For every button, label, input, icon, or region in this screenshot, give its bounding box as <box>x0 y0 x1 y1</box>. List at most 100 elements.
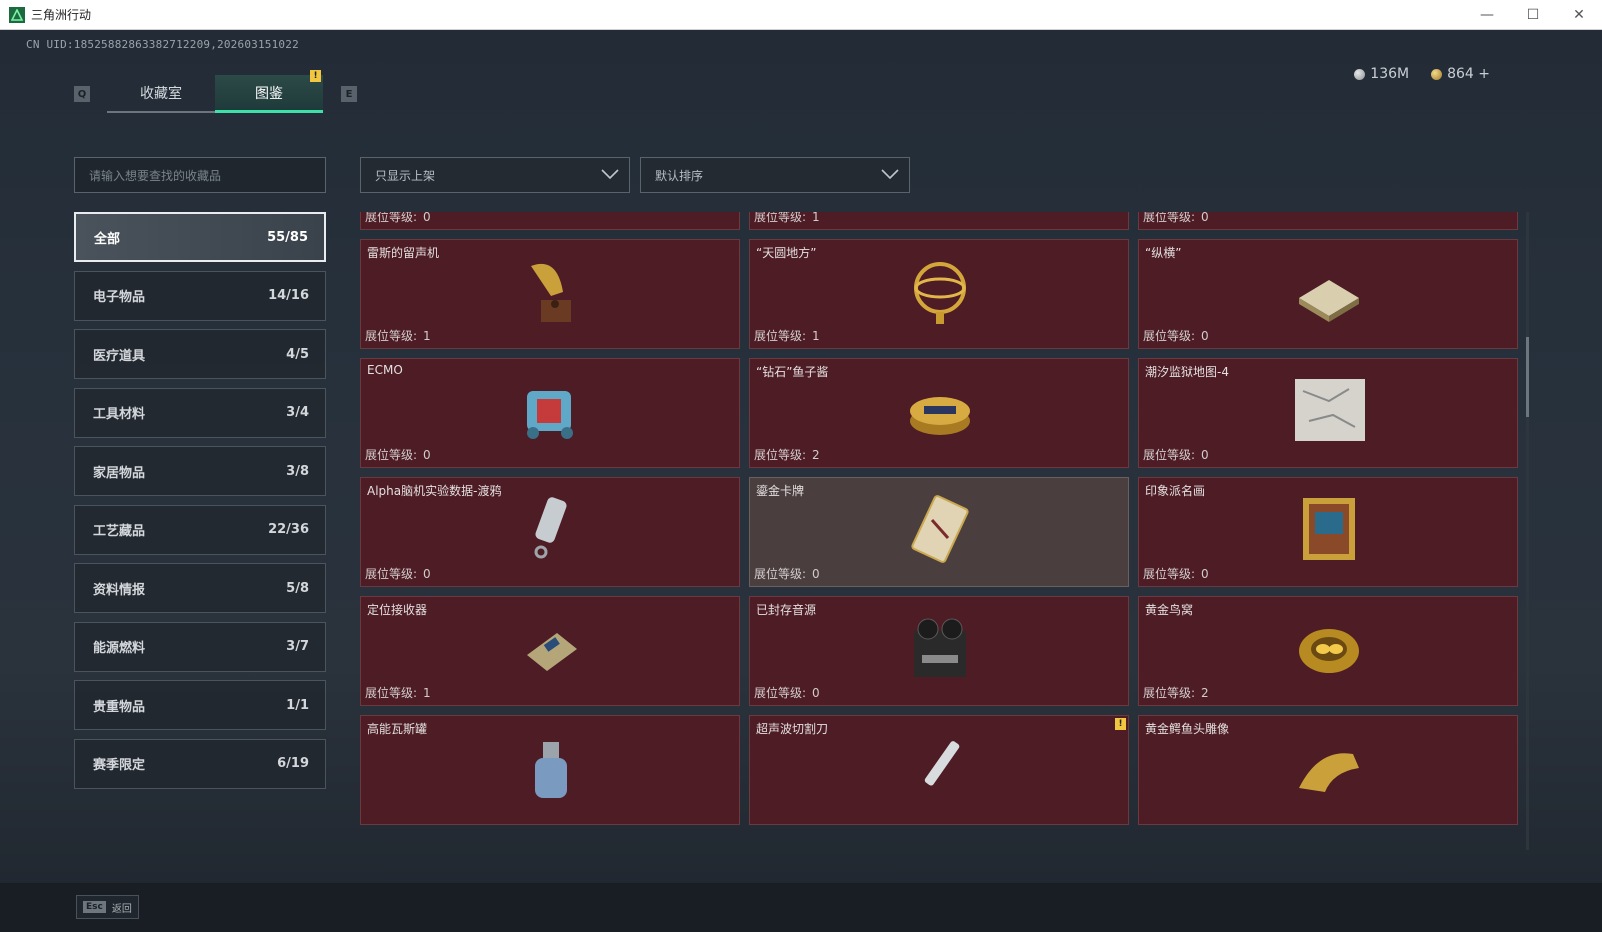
category-label: 医疗道具 <box>93 348 146 364</box>
level-value: 2 <box>1201 686 1209 700</box>
category-item[interactable]: 能源燃料 3/7 <box>74 621 326 672</box>
category-count: 3/4 <box>286 405 309 420</box>
category-label: 贵重物品 <box>93 699 146 715</box>
caviar-tin-icon <box>910 397 970 435</box>
close-button[interactable]: ✕ <box>1556 0 1602 30</box>
back-button[interactable]: Esc 返回 <box>76 895 139 919</box>
item-level: 展位等级: 0 <box>365 446 431 463</box>
tab-collection-room[interactable]: 收藏室 <box>107 75 215 113</box>
category-count: 5/8 <box>286 580 309 596</box>
search-input[interactable]: 请输入想要查找的收藏品 <box>74 157 326 193</box>
collection-card[interactable]: 超声波切割刀! <box>749 715 1129 825</box>
category-item[interactable]: 家居物品 3/8 <box>74 446 326 496</box>
collection-card[interactable]: Alpha脑机实验数据-渡鸦 展位等级: 0 <box>360 477 740 587</box>
chess-board-icon <box>1299 280 1359 322</box>
gold-currency[interactable]: 864 + <box>1431 66 1490 82</box>
collection-card[interactable]: 鎏金卡牌 展位等级: 0 <box>749 477 1129 587</box>
level-value: 0 <box>812 686 820 700</box>
level-value: 1 <box>423 329 431 343</box>
category-item[interactable]: 资料情报 5/8 <box>74 563 326 613</box>
item-grid-viewport: 展位等级: 0 展位等级: 1 展位等级: 0 雷斯的留声机 展位等级: 1 “天圆地方” 展位等级… <box>360 212 1520 850</box>
back-label: 返回 <box>111 903 132 915</box>
collection-card[interactable]: 印象派名画 展位等级: 0 <box>1138 477 1518 587</box>
category-label: 能源燃料 <box>93 641 146 656</box>
level-label: 展位等级: <box>365 212 418 224</box>
scroll-thumb[interactable] <box>1526 337 1529 417</box>
next-tab-key[interactable]: E <box>341 86 357 102</box>
level-value: 1 <box>812 329 820 343</box>
shelf-filter-dropdown[interactable]: 只显示上架 <box>360 157 630 193</box>
category-label: 工具材料 <box>93 407 146 422</box>
tab-catalog[interactable]: 图鉴 ! <box>215 70 323 113</box>
category-count: 3/7 <box>286 639 309 654</box>
collection-card[interactable]: 展位等级: 0 <box>360 212 740 230</box>
map-icon <box>1295 379 1365 441</box>
item-name: 高能瓦斯罐 <box>367 722 428 736</box>
window-title: 三角洲行动 <box>31 8 92 22</box>
item-name: “天圆地方” <box>756 246 817 260</box>
gas-canister-icon <box>535 742 567 798</box>
category-list: 全部 55/85 电子物品 14/16 医疗道具 4/5 工具材料 3/4 家居物品 3/8 工艺藏… <box>74 212 326 797</box>
collection-card[interactable]: 黄金鸟窝 展位等级: 2 <box>1138 596 1518 706</box>
category-item[interactable]: 全部 55/85 <box>74 212 326 262</box>
category-label: 电子物品 <box>93 290 146 305</box>
level-value: 2 <box>812 448 820 462</box>
prev-tab-key[interactable]: Q <box>74 86 90 102</box>
collection-card[interactable]: 黄金鳄鱼头雕像 <box>1138 715 1518 825</box>
category-item[interactable]: 工具材料 3/4 <box>74 387 326 438</box>
item-name: ECMO <box>367 363 403 377</box>
level-value: 0 <box>423 212 431 224</box>
collection-card[interactable]: 展位等级: 0 <box>1138 212 1518 230</box>
collection-card[interactable]: 潮汐监狱地图-4 展位等级: 0 <box>1138 358 1518 468</box>
category-item[interactable]: 电子物品 14/16 <box>74 270 326 321</box>
level-label: 展位等级: <box>1143 212 1196 224</box>
item-name: 潮汐监狱地图-4 <box>1145 365 1229 379</box>
collection-card[interactable]: 展位等级: 1 <box>749 212 1129 230</box>
category-count: 55/85 <box>267 229 308 245</box>
category-item[interactable]: 赛季限定 6/19 <box>74 738 326 789</box>
tab-bar: 收藏室 图鉴 ! <box>107 70 323 113</box>
item-level: 展位等级: 0 <box>754 684 820 701</box>
level-label: 展位等级: <box>1143 567 1196 581</box>
level-label: 展位等级: <box>365 686 418 700</box>
category-item[interactable]: 医疗道具 4/5 <box>74 329 326 379</box>
tab-label: 图鉴 <box>255 85 283 102</box>
item-name: 定位接收器 <box>367 603 428 617</box>
level-label: 展位等级: <box>365 448 418 462</box>
gramophone-icon <box>531 263 571 322</box>
item-level: 展位等级: 2 <box>754 446 820 463</box>
uid-label: CN UID:18525882863382712209,202603151022 <box>26 38 299 51</box>
chevron-down-icon <box>601 169 619 180</box>
category-item[interactable]: 贵重物品 1/1 <box>74 680 326 730</box>
collection-card[interactable]: “天圆地方” 展位等级: 1 <box>749 239 1129 349</box>
collection-card[interactable]: “钻石”鱼子酱 展位等级: 2 <box>749 358 1129 468</box>
item-level: 展位等级: 2 <box>1143 684 1209 701</box>
item-level: 展位等级: 0 <box>1143 446 1209 463</box>
collection-card[interactable]: “纵横” 展位等级: 0 <box>1138 239 1518 349</box>
collection-card[interactable]: 已封存音源 展位等级: 0 <box>749 596 1129 706</box>
level-label: 展位等级: <box>754 686 807 700</box>
collection-card[interactable]: ECMO 展位等级: 0 <box>360 358 740 468</box>
tape-recorder-icon <box>914 618 966 677</box>
level-label: 展位等级: <box>754 329 807 343</box>
level-label: 展位等级: <box>754 448 807 462</box>
category-count: 22/36 <box>268 522 309 537</box>
item-name: 黄金鳄鱼头雕像 <box>1145 722 1230 736</box>
level-value: 0 <box>812 567 820 581</box>
maximize-button[interactable]: ☐ <box>1510 0 1556 30</box>
chevron-down-icon <box>881 169 899 180</box>
silver-amount: 136M <box>1370 66 1410 82</box>
category-label: 家居物品 <box>93 465 146 481</box>
grid-scrollbar[interactable] <box>1526 212 1529 850</box>
collection-card[interactable]: 高能瓦斯罐 <box>360 715 740 825</box>
app-logo-icon <box>9 6 25 23</box>
collection-card[interactable]: 定位接收器 展位等级: 1 <box>360 596 740 706</box>
item-level: 展位等级: 0 <box>754 565 820 582</box>
sort-dropdown[interactable]: 默认排序 <box>640 157 910 193</box>
collection-card[interactable]: 雷斯的留声机 展位等级: 1 <box>360 239 740 349</box>
item-level: 展位等级: 1 <box>365 327 431 344</box>
minimize-button[interactable]: — <box>1464 0 1510 30</box>
category-item[interactable]: 工艺藏品 22/36 <box>74 504 326 555</box>
new-badge-icon: ! <box>1115 718 1126 730</box>
bottom-bar: Esc 返回 <box>0 883 1602 932</box>
